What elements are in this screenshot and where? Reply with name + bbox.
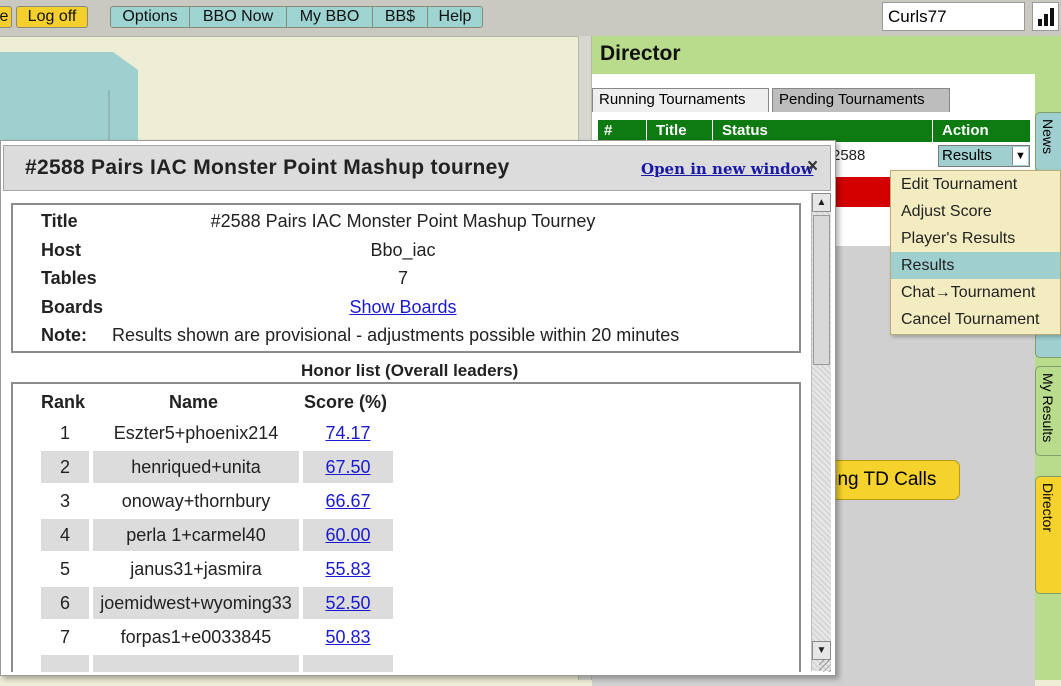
tab-running-tournaments[interactable]: Running Tournaments (592, 88, 769, 112)
name-cell: henriqued+unita (93, 451, 299, 483)
open-new-window-link[interactable]: Open in new window (641, 160, 814, 178)
side-tab-news[interactable]: News (1035, 112, 1061, 172)
tab-pending-tournaments[interactable]: Pending Tournaments (772, 88, 950, 112)
action-dropdown-menu: Edit Tournament Adjust Score Player's Re… (890, 170, 1061, 335)
col-rank: Rank (41, 392, 86, 412)
honor-list-table: Rank Name Score (%) 1 Eszter5+phoenix214… (11, 382, 801, 672)
score-link[interactable]: 52.50 (325, 593, 370, 613)
rank-cell: 1 (59, 423, 70, 443)
bb-dollars-button[interactable]: BB$ (372, 6, 428, 28)
menu-item-cancel-tournament[interactable]: Cancel Tournament (891, 306, 1060, 333)
chevron-down-icon[interactable]: ▼ (1012, 147, 1028, 165)
action-select-value: Results (942, 147, 993, 164)
scroll-up-icon[interactable]: ▲ (812, 193, 831, 212)
note-label: Note: (41, 325, 87, 345)
status-indicator (832, 177, 894, 207)
score-link[interactable]: 66.67 (325, 491, 370, 511)
side-tab-my-results[interactable]: My Results (1035, 366, 1061, 456)
menu-item-adjust-score[interactable]: Adjust Score (891, 198, 1060, 225)
rank-cell: 6 (41, 587, 89, 619)
col-action: Action (942, 122, 989, 139)
host-label: Host (41, 240, 81, 260)
score-link[interactable]: 55.83 (325, 559, 370, 579)
score-link[interactable]: 50.83 (325, 627, 370, 647)
results-popup: #2588 Pairs IAC Monster Point Mashup tou… (0, 140, 836, 676)
title-label: Title (41, 211, 78, 231)
tables-label: Tables (41, 268, 97, 288)
rank-cell: 5 (59, 559, 70, 579)
bbo-now-button[interactable]: BBO Now (189, 6, 287, 28)
pending-td-calls-button[interactable]: ling TD Calls (820, 460, 960, 500)
score-link[interactable]: 74.17 (325, 423, 370, 443)
show-boards-link[interactable]: Show Boards (349, 297, 456, 317)
help-button[interactable]: Help (427, 6, 483, 28)
menu-item-results[interactable]: Results (891, 252, 1060, 279)
username-display[interactable]: Curls77 (882, 2, 1025, 31)
tournament-number-cell: 2588 (832, 147, 866, 164)
close-icon[interactable]: × (807, 156, 818, 178)
side-tab-director[interactable]: Director (1035, 476, 1061, 594)
popup-header[interactable]: #2588 Pairs IAC Monster Point Mashup tou… (3, 145, 831, 191)
title-value: #2588 Pairs IAC Monster Point Mashup Tou… (210, 211, 596, 231)
top-toolbar: e Log off Options BBO Now My BBO BB$ Hel… (0, 0, 1061, 37)
rank-cell: 3 (59, 491, 70, 511)
col-title: Title (656, 122, 687, 139)
host-value: Bbo_iac (370, 240, 436, 260)
popup-title: #2588 Pairs IAC Monster Point Mashup tou… (25, 156, 510, 179)
scroll-down-icon[interactable]: ▼ (812, 641, 831, 660)
col-number: # (604, 122, 613, 139)
action-select[interactable]: Results ▼ (938, 145, 1030, 167)
signal-strength-icon (1032, 2, 1059, 31)
score-link[interactable]: 67.50 (325, 457, 370, 477)
scrollbar-thumb[interactable] (813, 215, 830, 365)
table-area-shape (0, 52, 138, 152)
director-title: Director (600, 42, 681, 65)
rank-cell: 2 (41, 451, 89, 483)
name-cell: janus31+jasmira (130, 559, 262, 579)
col-score: Score (%) (304, 392, 388, 412)
name-cell: Eszter5+phoenix214 (113, 423, 279, 443)
options-button[interactable]: Options (110, 6, 190, 28)
menu-item-players-results[interactable]: Player's Results (891, 225, 1060, 252)
my-bbo-button[interactable]: My BBO (286, 6, 373, 28)
popup-scrollbar[interactable]: ▲ ▼ (811, 193, 831, 671)
menu-item-edit-tournament[interactable]: Edit Tournament (891, 171, 1060, 198)
tournament-info-box: Title #2588 Pairs IAC Monster Point Mash… (11, 203, 801, 353)
boards-label: Boards (41, 297, 104, 317)
name-cell: onoway+thornbury (121, 491, 271, 511)
rank-cell: 7 (59, 627, 70, 647)
score-link[interactable]: 60.00 (325, 525, 370, 545)
partial-button[interactable]: e (0, 6, 12, 28)
name-cell: joemidwest+wyoming33 (93, 587, 299, 619)
tournament-table-header: # Title Status Action (598, 120, 1030, 142)
rank-cell: 4 (41, 519, 89, 551)
col-name: Name (169, 392, 219, 412)
name-cell: forpas1+e0033845 (120, 627, 272, 647)
note-value: Results shown are provisional - adjustme… (112, 325, 680, 345)
honor-list-title: Honor list (Overall leaders) (301, 361, 519, 380)
col-status: Status (722, 122, 768, 139)
menu-item-chat-tournament[interactable]: Chat→Tournament (891, 279, 1060, 306)
name-cell: perla 1+carmel40 (93, 519, 299, 551)
logoff-button[interactable]: Log off (16, 6, 88, 28)
resize-grip-icon[interactable] (819, 660, 831, 672)
tables-value: 7 (397, 268, 408, 288)
